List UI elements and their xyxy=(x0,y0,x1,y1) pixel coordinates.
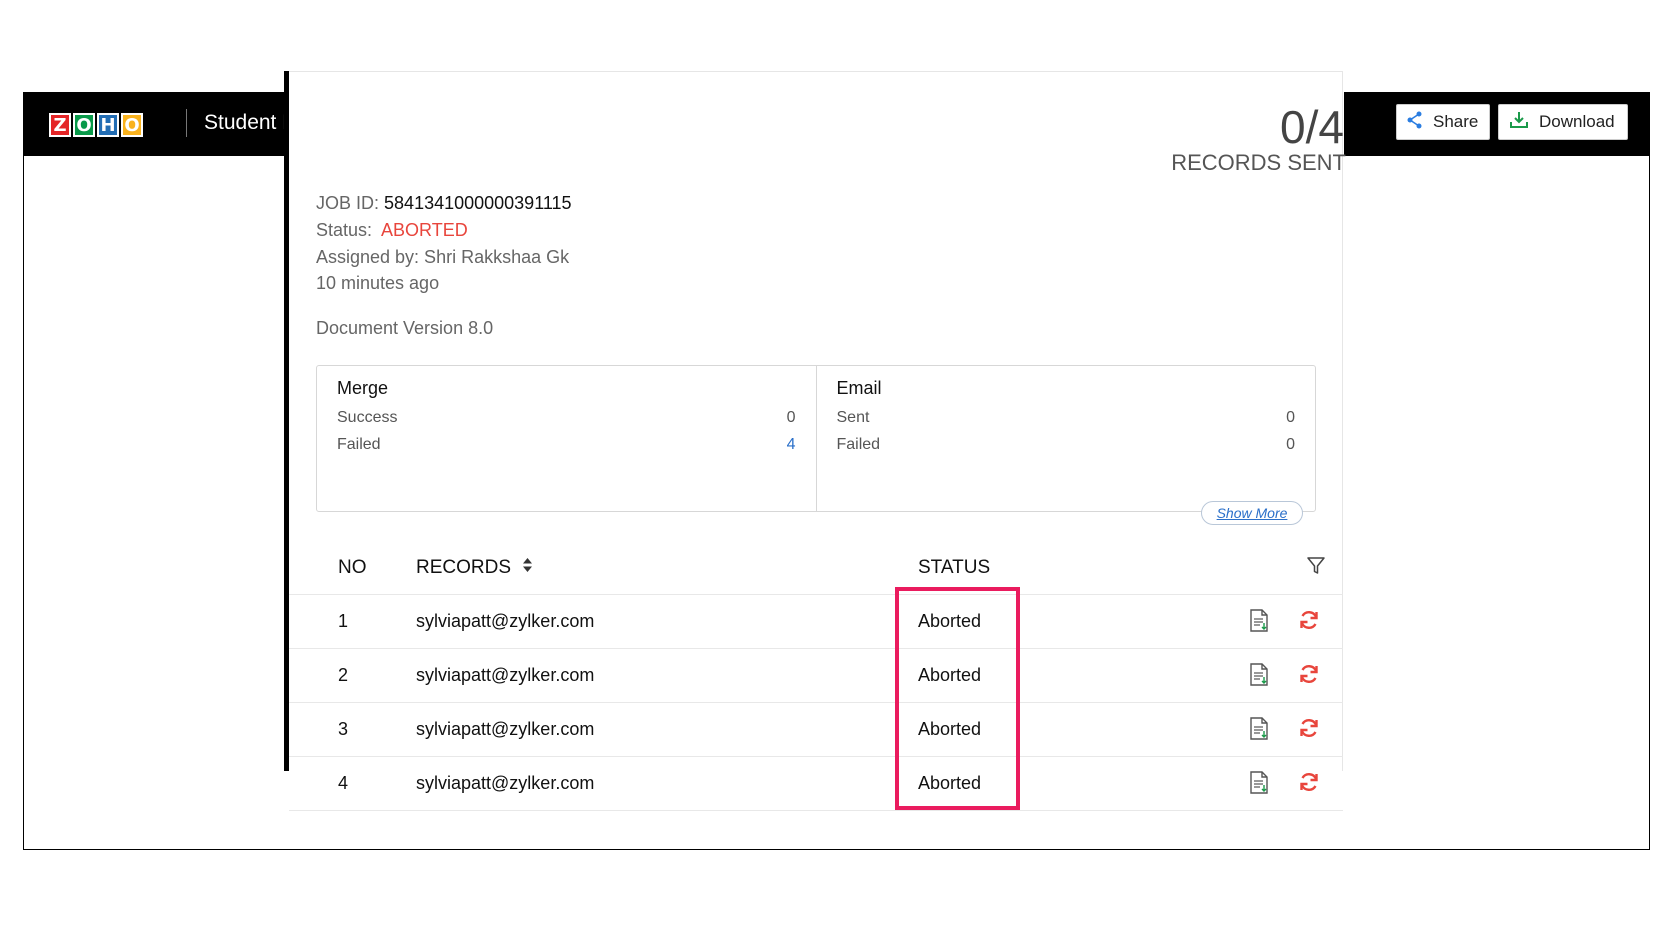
job-status-value: ABORTED xyxy=(381,220,468,240)
merge-title: Merge xyxy=(337,378,389,398)
record-status: Aborted xyxy=(918,611,982,631)
refresh-icon[interactable] xyxy=(1298,663,1320,690)
show-more-link[interactable]: Show More xyxy=(1201,501,1303,525)
job-status: Status: ABORTED xyxy=(316,220,468,241)
email-failed-label: Failed xyxy=(836,436,881,453)
document-icon[interactable] xyxy=(1249,717,1269,746)
logo-letter: Z xyxy=(49,113,71,137)
merge-summary: Merge Success 0 Failed 4 xyxy=(317,366,816,511)
refresh-icon[interactable] xyxy=(1298,609,1320,636)
record-status: Aborted xyxy=(918,773,982,793)
email-summary: Email Sent 0 Failed 0 xyxy=(815,366,1316,511)
row-number: 4 xyxy=(338,773,349,793)
email-failed-value: 0 xyxy=(1286,436,1295,453)
header-divider xyxy=(186,109,187,137)
filter-icon[interactable] xyxy=(1306,556,1326,581)
logo-letter: O xyxy=(121,113,143,137)
document-icon[interactable] xyxy=(1249,663,1269,692)
table-row-divider xyxy=(289,648,1343,649)
download-button[interactable]: Download xyxy=(1498,104,1628,140)
time-ago: 10 minutes ago xyxy=(316,273,440,293)
sort-icon[interactable] xyxy=(522,557,533,579)
column-header-status: STATUS xyxy=(918,557,991,578)
merge-success-value: 0 xyxy=(786,409,796,426)
record-email: sylviapatt@zylker.com xyxy=(416,665,595,685)
merge-failed-label: Failed xyxy=(337,436,381,453)
record-email: sylviapatt@zylker.com xyxy=(416,773,595,793)
table-divider xyxy=(289,594,1343,595)
record-status: Aborted xyxy=(918,719,982,739)
table-row-divider xyxy=(289,756,1343,757)
column-header-records[interactable]: RECORDS xyxy=(416,557,533,579)
document-icon[interactable] xyxy=(1249,609,1269,638)
records-header-label: RECORDS xyxy=(416,557,512,579)
merge-failed-value[interactable]: 4 xyxy=(787,436,796,454)
email-title: Email xyxy=(836,378,882,398)
share-label: Share xyxy=(1433,112,1479,131)
record-email: sylviapatt@zylker.com xyxy=(416,611,595,631)
job-id-value: 5841341000000391115 xyxy=(384,193,572,213)
download-icon xyxy=(1509,111,1539,134)
merge-success-label: Success xyxy=(337,409,398,426)
row-number: 1 xyxy=(338,611,349,631)
document-version: Document Version 8.0 xyxy=(316,318,494,338)
job-status-label: Status: xyxy=(316,220,373,240)
row-number: 2 xyxy=(338,665,349,685)
column-header-no: NO xyxy=(338,557,367,578)
document-icon[interactable] xyxy=(1249,771,1269,800)
share-icon xyxy=(1407,111,1433,134)
records-sent-label: RECORDS SENT xyxy=(1171,150,1346,175)
email-sent-value: 0 xyxy=(1286,409,1295,426)
job-id: JOB ID: 5841341000000391115 xyxy=(316,193,572,214)
record-status: Aborted xyxy=(918,665,982,685)
logo-letter: O xyxy=(73,113,95,137)
record-email: sylviapatt@zylker.com xyxy=(416,719,595,739)
email-sent-label: Sent xyxy=(836,409,870,426)
records-sent-count: 0/4 xyxy=(1280,101,1344,153)
summary-box: Merge Success 0 Failed 4 Email Sent 0 Fa… xyxy=(316,365,1316,512)
download-label: Download xyxy=(1539,112,1615,131)
refresh-icon[interactable] xyxy=(1298,717,1320,744)
table-row-divider xyxy=(289,810,1343,811)
share-button[interactable]: Share xyxy=(1396,104,1490,140)
zoho-logo: Z O H O xyxy=(49,108,145,142)
logo-letter: H xyxy=(97,113,119,137)
refresh-icon[interactable] xyxy=(1298,771,1320,798)
row-number: 3 xyxy=(338,719,349,739)
job-id-label: JOB ID: xyxy=(316,193,380,213)
assigned-by: Assigned by: Shri Rakkshaa Gk xyxy=(316,247,570,267)
table-row-divider xyxy=(289,702,1343,703)
